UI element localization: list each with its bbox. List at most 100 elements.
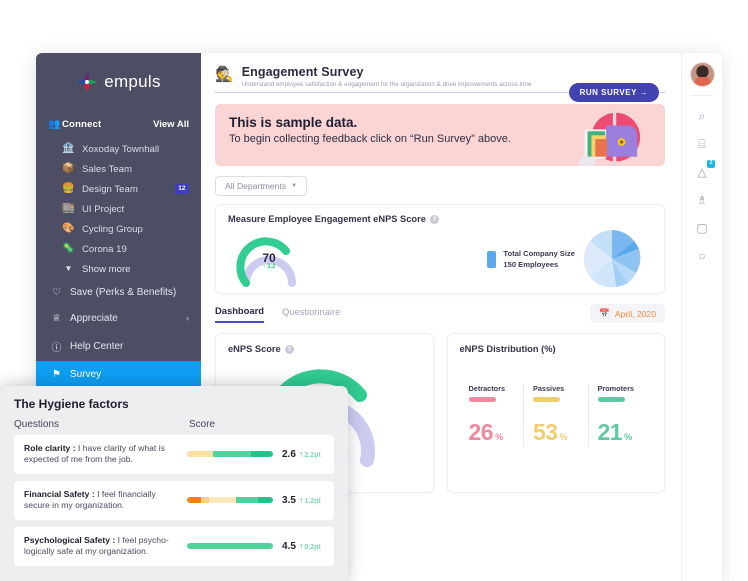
hygiene-question: Psychological Safety : I feel psycho-log… — [24, 535, 187, 558]
news-card-icon[interactable]: ⌸ — [682, 130, 722, 158]
hygiene-score-wrap: 3.5 ↑1.2pt — [282, 495, 321, 506]
group-label: Cycling Group — [82, 223, 143, 235]
connect-view-all[interactable]: View All — [153, 119, 189, 130]
avatar[interactable] — [689, 62, 715, 87]
hygiene-row: Role clarity : I have clarity of what is… — [14, 435, 334, 474]
hygiene-question: Financial Safety : I feel financially se… — [24, 489, 187, 512]
hygiene-score-wrap: 4.5 ↑0.2pt — [282, 541, 321, 552]
legend-line-1: Total Company Size — [503, 249, 575, 259]
measure-gauge-delta: ↑ 3.2 — [262, 264, 276, 270]
date-badge[interactable]: 📅 April, 2020 — [590, 304, 665, 323]
hygiene-col-questions: Questions — [14, 419, 60, 430]
section-icon: ♡ — [52, 286, 61, 298]
screenshot-root: empuls 👥 Connect View All 🏦 Xoxoday Townh… — [0, 0, 748, 581]
sidebar-group-item[interactable]: 🍔 Design Team 12 — [36, 179, 201, 199]
hygiene-factors-panel: The Hygiene factors Questions Score Role… — [0, 386, 348, 581]
measure-card-body: 70 ↑ 3.2 Total Company Size 150 Employee… — [228, 228, 652, 290]
hygiene-score-bar — [187, 497, 273, 504]
run-survey-button[interactable]: RUN SURVEY → — [568, 83, 659, 102]
sidebar-item-help-center[interactable]: ⓘ Help Center — [36, 331, 201, 361]
chevron-down-icon: ▼ — [64, 264, 73, 273]
group-emoji-icon: 🎨 — [62, 223, 75, 234]
distribution-unit: % — [495, 432, 503, 442]
distribution-value-wrap: 26% — [469, 419, 524, 446]
hygiene-row: Financial Safety : I feel financially se… — [14, 480, 334, 520]
score-segment — [200, 497, 210, 504]
sidebar-group-item[interactable]: 🦠 Corona 19 — [36, 239, 201, 259]
section-icon: ⚑ — [52, 368, 61, 380]
mailbox-icon — [569, 106, 647, 166]
hygiene-column-headers: Questions Score — [14, 419, 334, 430]
group-emoji-icon: 🏦 — [62, 143, 75, 154]
group-badge: 12 — [174, 184, 189, 194]
group-label: Design Team — [82, 183, 138, 195]
sidebar-item-save-perks-benefits[interactable]: ♡ Save (Perks & Benefits) — [36, 279, 201, 305]
enps-score-title-text: eNPS Score — [228, 344, 281, 354]
hygiene-rows: Role clarity : I have clarity of what is… — [14, 435, 334, 566]
measure-gauge-value: 70 — [262, 251, 276, 265]
sidebar-group-item[interactable]: 🎨 Cycling Group — [36, 219, 201, 239]
group-emoji-icon: 📦 — [62, 163, 75, 174]
sidebar-item-appreciate[interactable]: ♕ Appreciate › — [36, 305, 201, 331]
page-subtitle: Understand employee satisfaction & engag… — [241, 81, 532, 88]
group-emoji-icon: 🏬 — [62, 203, 75, 214]
bell-icon[interactable]: △ 2 — [682, 158, 722, 186]
chat-icon[interactable]: ○ — [682, 242, 722, 270]
hygiene-score-bar — [187, 543, 273, 550]
tab-dashboard[interactable]: Dashboard — [215, 305, 264, 323]
dashboard-tabs: Dashboard Questionnaire 📅 April, 2020 — [215, 304, 665, 323]
measure-engagement-card: Measure Employee Engagement eNPS Score ?… — [215, 204, 665, 294]
help-circle-icon[interactable]: ? — [429, 214, 439, 224]
company-size-legend: Total Company Size 150 Employees — [487, 229, 652, 289]
help-circle-icon[interactable]: ? — [284, 344, 294, 354]
section-icon: ♕ — [52, 312, 61, 324]
clipboard-icon[interactable]: ▢ — [682, 214, 722, 242]
rail-divider — [691, 95, 713, 96]
tab-questionnaire[interactable]: Questionnaire — [282, 306, 340, 322]
distribution-name: Passives — [533, 384, 565, 393]
people-icon: 👥 — [48, 119, 61, 130]
hygiene-col-score: Score — [189, 419, 216, 430]
score-segment — [236, 497, 259, 504]
hygiene-question-label: Financial Safety : — [24, 488, 95, 499]
distribution-name: Detractors — [468, 384, 506, 393]
date-badge-label: April, 2020 — [614, 308, 656, 319]
header-divider: RUN SURVEY → — [215, 83, 665, 102]
measure-gauge: 70 ↑ 3.2 — [236, 229, 302, 289]
distribution-value: 53 — [533, 419, 558, 445]
hygiene-row: Psychological Safety : I feel psycho-log… — [14, 526, 334, 566]
trend-up-icon: ↑ — [298, 494, 304, 505]
sidebar-group-item[interactable]: 🏦 Xoxoday Townhall — [36, 139, 201, 159]
sidebar-group-item[interactable]: 🏬 UI Project — [36, 199, 201, 219]
sample-data-banner: This is sample data. To begin collecting… — [215, 104, 665, 166]
search-icon[interactable]: ⌕ — [682, 102, 722, 130]
news-card-icon-glyph: ⌸ — [698, 136, 706, 151]
sidebar-show-more[interactable]: ▼ Show more — [36, 259, 201, 279]
app-logo[interactable]: empuls — [36, 53, 201, 119]
distribution-name: Promoters — [597, 384, 635, 393]
chevron-right-icon: › — [186, 313, 189, 323]
survey-people-icon: 🕵 — [215, 66, 234, 83]
hygiene-score-value: 3.5 — [282, 494, 296, 506]
show-more-label: Show more — [82, 263, 131, 275]
hygiene-delta: 0.2pt — [304, 543, 321, 551]
calendar-icon: 📅 — [599, 308, 610, 318]
hygiene-score-value: 2.6 — [282, 448, 296, 460]
measure-card-title: Measure Employee Engagement eNPS Score ? — [228, 214, 652, 224]
enps-distribution-title: eNPS Distribution (%) — [459, 344, 556, 354]
distribution-unit: % — [624, 432, 632, 442]
sidebar-item-survey[interactable]: ⚑ Survey — [36, 361, 201, 387]
chat-icon-glyph: ○ — [698, 249, 706, 263]
distribution-column: Passives 53% — [523, 384, 588, 446]
distribution-column: Promoters 21% — [587, 384, 653, 446]
distribution-color-bar — [468, 397, 496, 402]
notification-badge: 2 — [706, 160, 715, 168]
trophy-icon[interactable]: ♗ — [682, 186, 722, 214]
department-filter[interactable]: All Departments ▼ — [215, 176, 308, 196]
clipboard-icon-glyph: ▢ — [696, 221, 708, 235]
group-emoji-icon: 🍔 — [62, 183, 75, 194]
score-segment — [187, 497, 201, 504]
sidebar-group-item[interactable]: 📦 Sales Team — [36, 159, 201, 179]
measure-title-text: Measure Employee Engagement eNPS Score — [228, 214, 426, 224]
trend-up-icon: ↑ — [298, 540, 304, 551]
